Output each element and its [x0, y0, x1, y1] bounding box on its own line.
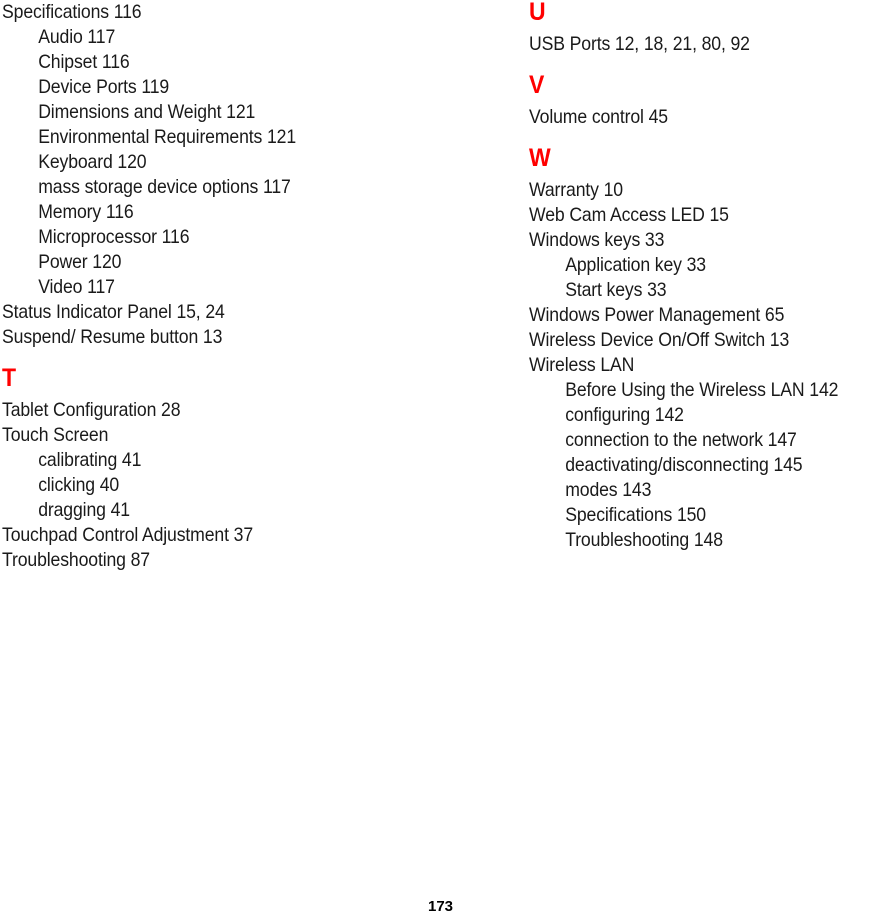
index-subentry: deactivating/disconnecting 145 — [565, 454, 803, 476]
index-subentry: Power 120 — [38, 251, 122, 273]
index-subentry: Before Using the Wireless LAN 142 — [565, 379, 839, 401]
index-subentry: connection to the network 147 — [565, 429, 797, 451]
index-page: Specifications 116 Audio 117 Chipset 116 De… — [0, 0, 881, 924]
index-entry: Specifications 116 — [2, 1, 142, 23]
letter-heading: W — [529, 144, 551, 172]
index-subentry: Environmental Requirements 121 — [38, 126, 297, 148]
index-entry: Status Indicator Panel 15, 24 — [2, 301, 225, 323]
index-entry: Windows Power Management 65 — [529, 304, 785, 326]
index-subentry: modes 143 — [565, 479, 652, 501]
index-subentry: dragging 41 — [38, 499, 130, 521]
index-subentry: mass storage device options 117 — [38, 176, 291, 198]
page-number: 173 — [427, 898, 454, 915]
letter-heading: V — [529, 71, 545, 99]
index-column-right: U USB Ports 12, 18, 21, 80, 92 V Volume con… — [520, 0, 881, 600]
letter-heading-group: W — [529, 130, 881, 178]
index-entry: Web Cam Access LED 15 — [529, 204, 729, 226]
index-subentry: calibrating 41 — [38, 449, 142, 471]
index-subentry: Device Ports 119 — [38, 76, 170, 98]
letter-heading-group: U — [529, 0, 881, 32]
index-entry: Tablet Configuration 28 — [2, 399, 181, 421]
index-subentry: Audio 117 — [38, 26, 116, 48]
index-column-left: Specifications 116 Audio 117 Chipset 116 De… — [0, 0, 520, 600]
index-entry: Touch Screen — [2, 424, 109, 446]
index-subentry: clicking 40 — [38, 474, 120, 496]
index-entry: Wireless Device On/Off Switch 13 — [529, 329, 790, 351]
letter-heading: T — [2, 364, 17, 392]
index-entry: Wireless LAN — [529, 354, 635, 376]
index-columns: Specifications 116 Audio 117 Chipset 116 De… — [0, 0, 881, 600]
index-subentry: configuring 142 — [565, 404, 684, 426]
index-subentry: Chipset 116 — [38, 51, 130, 73]
letter-heading-group: T — [2, 350, 520, 398]
index-entry: Troubleshooting 87 — [2, 549, 150, 571]
index-subentry: Dimensions and Weight 121 — [38, 101, 256, 123]
index-subentry: Specifications 150 — [565, 504, 706, 526]
letter-heading: U — [529, 0, 546, 26]
index-subentry: Video 117 — [38, 276, 115, 298]
index-subentry: Troubleshooting 148 — [565, 529, 723, 551]
index-entry: Windows keys 33 — [529, 229, 665, 251]
letter-heading-group: V — [529, 57, 881, 105]
index-entry: Touchpad Control Adjustment 37 — [2, 524, 254, 546]
index-subentry: Application key 33 — [565, 254, 706, 276]
index-entry: Warranty 10 — [529, 179, 623, 201]
index-subentry: Start keys 33 — [565, 279, 667, 301]
index-entry: Suspend/ Resume button 13 — [2, 326, 223, 348]
index-subentry: Memory 116 — [38, 201, 134, 223]
index-entry: USB Ports 12, 18, 21, 80, 92 — [529, 33, 750, 55]
index-entry: Volume control 45 — [529, 106, 668, 128]
index-subentry: Microprocessor 116 — [38, 226, 190, 248]
index-subentry: Keyboard 120 — [38, 151, 147, 173]
